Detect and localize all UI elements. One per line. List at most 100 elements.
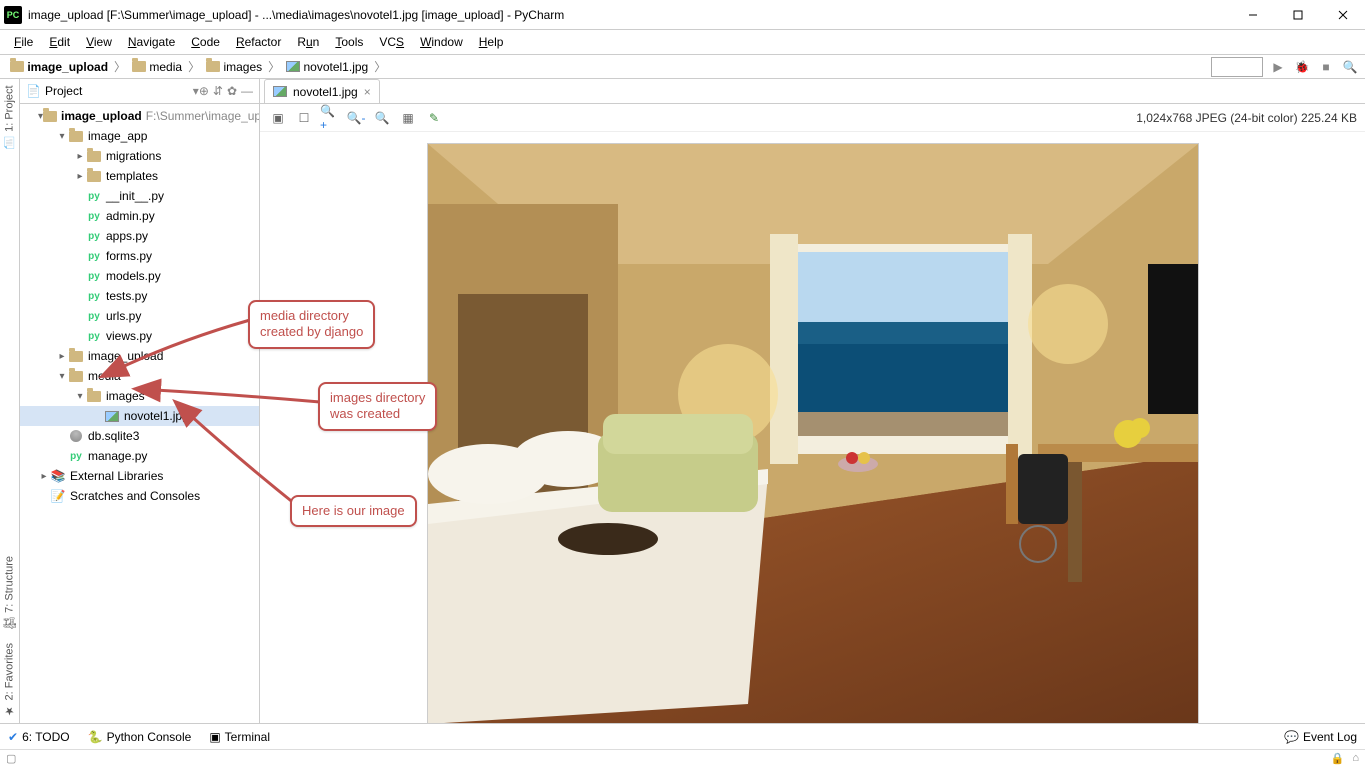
tree-file-apps[interactable]: pyapps.py [20, 226, 259, 246]
tree-scratches[interactable]: 📝Scratches and Consoles [20, 486, 259, 506]
run-config-area: ▶ 🐞 ■ 🔍 [1211, 57, 1365, 77]
minimize-button[interactable] [1230, 0, 1275, 29]
tree-file-models[interactable]: pymodels.py [20, 266, 259, 286]
window-title: image_upload [F:\Summer\image_upload] - … [28, 8, 1230, 22]
actual-size-icon[interactable]: ☐ [294, 108, 314, 128]
tree-file-forms[interactable]: pyforms.py [20, 246, 259, 266]
project-tree[interactable]: ▾image_uploadF:\Summer\image_up ▾image_a… [20, 104, 259, 723]
zoom-reset-icon[interactable]: 🔍 [372, 108, 392, 128]
status-extra-icon[interactable]: ⌂ [1352, 752, 1359, 765]
image-icon [286, 61, 300, 72]
breadcrumb-item[interactable]: media [128, 60, 186, 74]
title-bar: PC image_upload [F:\Summer\image_upload]… [0, 0, 1365, 30]
tree-folder-image-upload[interactable]: ▸image_upload [20, 346, 259, 366]
tree-file-views[interactable]: pyviews.py [20, 326, 259, 346]
chevron-right-icon: 〉 [186, 58, 202, 75]
zoom-in-icon[interactable]: 🔍+ [320, 108, 340, 128]
collapse-icon[interactable]: ⇵ [213, 84, 223, 98]
editor-tab-label: novotel1.jpg [293, 85, 358, 99]
tree-folder-media[interactable]: ▾media [20, 366, 259, 386]
menu-file[interactable]: FFileile [6, 32, 41, 52]
tree-file-novotel1[interactable]: novotel1.jpg [20, 406, 259, 426]
run-button[interactable]: ▶ [1269, 58, 1287, 76]
left-tool-strip: 📄1: Project 🏗7: Structure ★2: Favorites [0, 79, 20, 723]
tree-external-libraries[interactable]: ▸📚External Libraries [20, 466, 259, 486]
editor-area: novotel1.jpg × ▣ ☐ 🔍+ 🔍- 🔍 ▦ ✎ 1,024x768… [260, 79, 1365, 723]
todo-tool-button[interactable]: ✔6: TODO [8, 730, 70, 744]
stop-button[interactable]: ■ [1317, 58, 1335, 76]
menu-vcs[interactable]: VCS [371, 32, 412, 52]
locate-icon[interactable]: ⊕ [199, 84, 209, 98]
window-controls [1230, 0, 1365, 29]
main-area: 📄1: Project 🏗7: Structure ★2: Favorites … [0, 79, 1365, 723]
breadcrumb-item[interactable]: image_upload [6, 60, 112, 74]
tree-folder-migrations[interactable]: ▸migrations [20, 146, 259, 166]
grid-icon[interactable]: ▦ [398, 108, 418, 128]
chevron-right-icon: 〉 [266, 58, 282, 75]
lock-icon[interactable]: 🔒 [1331, 752, 1345, 765]
menu-help[interactable]: Help [471, 32, 512, 52]
menu-tools[interactable]: Tools [327, 32, 371, 52]
bottom-tool-bar: ✔6: TODO 🐍Python Console ▣Terminal 💬Even… [0, 723, 1365, 749]
menu-bar: FFileile Edit View Navigate Code Refacto… [0, 30, 1365, 54]
tree-file-manage[interactable]: pymanage.py [20, 446, 259, 466]
folder-icon [206, 61, 220, 72]
project-title: Project [45, 84, 193, 98]
python-console-button[interactable]: 🐍Python Console [88, 730, 192, 744]
status-left-icon[interactable]: ▢ [6, 752, 16, 765]
breadcrumb-item[interactable]: images [202, 60, 266, 74]
folder-icon [132, 61, 146, 72]
maximize-button[interactable] [1275, 0, 1320, 29]
project-panel: 📄 Project ▾ ⊕ ⇵ ✿ — ▾image_uploadF:\Summ… [20, 79, 260, 723]
menu-navigate[interactable]: Navigate [120, 32, 183, 52]
fit-to-window-icon[interactable]: ▣ [268, 108, 288, 128]
breadcrumb-label: media [149, 60, 182, 74]
zoom-out-icon[interactable]: 🔍- [346, 108, 366, 128]
status-bar: ▢ 🔒 ⌂ [0, 749, 1365, 767]
event-log-button[interactable]: 💬Event Log [1284, 730, 1357, 744]
menu-window[interactable]: Window [412, 32, 471, 52]
hide-icon[interactable]: — [241, 84, 253, 98]
close-button[interactable] [1320, 0, 1365, 29]
tree-folder-templates[interactable]: ▸templates [20, 166, 259, 186]
tree-file-urls[interactable]: pyurls.py [20, 306, 259, 326]
editor-tab-novotel1[interactable]: novotel1.jpg × [264, 79, 380, 103]
image-icon [273, 86, 287, 97]
breadcrumb-item[interactable]: novotel1.jpg [282, 60, 372, 74]
tree-root[interactable]: ▾image_uploadF:\Summer\image_up [20, 106, 259, 126]
editor-tabs: novotel1.jpg × [260, 79, 1365, 104]
chevron-right-icon: 〉 [112, 58, 128, 75]
tree-folder-images[interactable]: ▾images [20, 386, 259, 406]
debug-button[interactable]: 🐞 [1293, 58, 1311, 76]
tree-file-dbsqlite[interactable]: db.sqlite3 [20, 426, 259, 446]
image-info: 1,024x768 JPEG (24-bit color) 225.24 KB [1136, 111, 1357, 125]
menu-edit[interactable]: Edit [41, 32, 78, 52]
tool-structure-tab[interactable]: 🏗7: Structure [1, 550, 18, 637]
image-canvas [428, 144, 1198, 723]
terminal-button[interactable]: ▣Terminal [209, 730, 270, 744]
menu-run[interactable]: Run [289, 32, 327, 52]
tree-file-admin[interactable]: pyadmin.py [20, 206, 259, 226]
project-icon: 📄 [26, 84, 41, 98]
tree-file-init[interactable]: py__init__.py [20, 186, 259, 206]
menu-refactor[interactable]: Refactor [228, 32, 289, 52]
close-icon[interactable]: × [364, 85, 371, 99]
tool-project-tab[interactable]: 📄1: Project [1, 79, 18, 155]
tree-folder-image-app[interactable]: ▾image_app [20, 126, 259, 146]
search-everywhere-button[interactable]: 🔍 [1341, 58, 1359, 76]
breadcrumb-label: image_upload [27, 60, 108, 74]
settings-icon[interactable]: ✿ [227, 84, 237, 98]
chevron-right-icon: 〉 [372, 58, 388, 75]
color-picker-icon[interactable]: ✎ [424, 108, 444, 128]
run-config-dropdown[interactable] [1211, 57, 1263, 77]
breadcrumb-label: novotel1.jpg [303, 60, 368, 74]
menu-code[interactable]: Code [183, 32, 228, 52]
pycharm-icon: PC [4, 6, 22, 24]
tool-favorites-tab[interactable]: ★2: Favorites [1, 637, 18, 723]
tree-file-tests[interactable]: pytests.py [20, 286, 259, 306]
image-viewer[interactable] [260, 132, 1365, 723]
menu-view[interactable]: View [78, 32, 120, 52]
image-viewer-toolbar: ▣ ☐ 🔍+ 🔍- 🔍 ▦ ✎ 1,024x768 JPEG (24-bit c… [260, 104, 1365, 132]
folder-icon [10, 61, 24, 72]
project-header: 📄 Project ▾ ⊕ ⇵ ✿ — [20, 79, 259, 104]
